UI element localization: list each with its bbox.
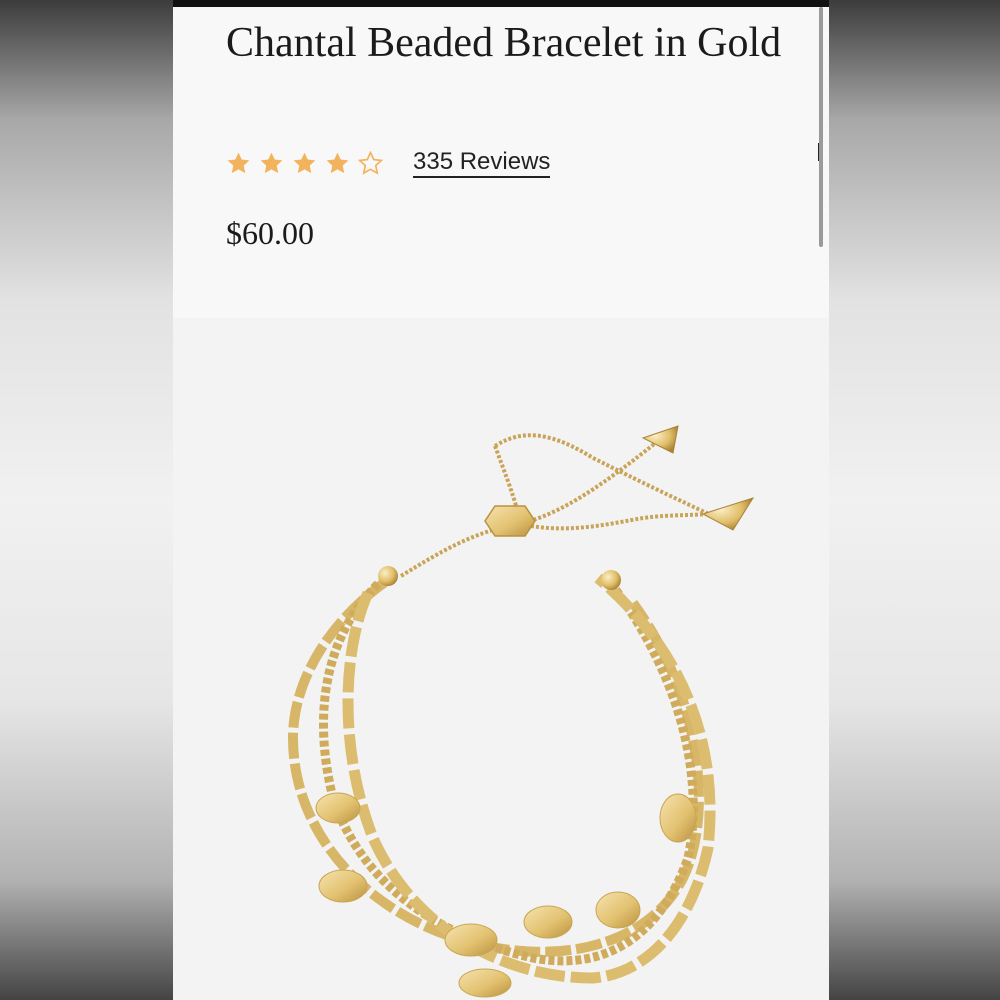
left-blurred-border: [0, 0, 173, 1000]
product-title: Chantal Beaded Bracelet in Gold: [226, 20, 782, 66]
slider-chain: [530, 511, 719, 531]
stone-bead: [458, 968, 512, 998]
end-bead: [601, 570, 621, 590]
stone-bead: [318, 869, 368, 903]
product-rating[interactable]: 335 Reviews: [226, 146, 551, 180]
chain-tip-icon: [701, 497, 755, 531]
stone-bead: [595, 891, 641, 929]
star-filled-icon: [326, 152, 349, 173]
stone-bead: [444, 923, 498, 957]
stone-bead: [659, 793, 697, 843]
slider-chain: [399, 439, 660, 578]
product-price: $60.00: [226, 215, 314, 251]
stone-bead: [523, 905, 573, 939]
right-blurred-border: [829, 0, 1000, 1000]
product-image[interactable]: [173, 318, 829, 1000]
bracelet-image: [287, 425, 755, 998]
star-filled-icon: [227, 152, 250, 173]
scrollbar[interactable]: [819, 7, 823, 247]
stone-bead: [315, 792, 361, 824]
product-info-panel: Chantal Beaded Bracelet in Gold 335 Revi…: [173, 7, 829, 318]
slider-chain: [493, 445, 520, 514]
reviews-link[interactable]: 335 Reviews: [413, 148, 551, 178]
star-filled-icon: [293, 152, 316, 173]
slider-bead: [484, 505, 536, 537]
star-rating: [226, 150, 383, 176]
end-bead: [378, 566, 398, 586]
slider-chain: [493, 433, 714, 518]
top-status-bar: [173, 0, 829, 7]
star-empty-icon: [358, 150, 383, 175]
phone-screen: Chantal Beaded Bracelet in Gold 335 Revi…: [173, 0, 829, 1000]
star-filled-icon: [260, 152, 283, 173]
